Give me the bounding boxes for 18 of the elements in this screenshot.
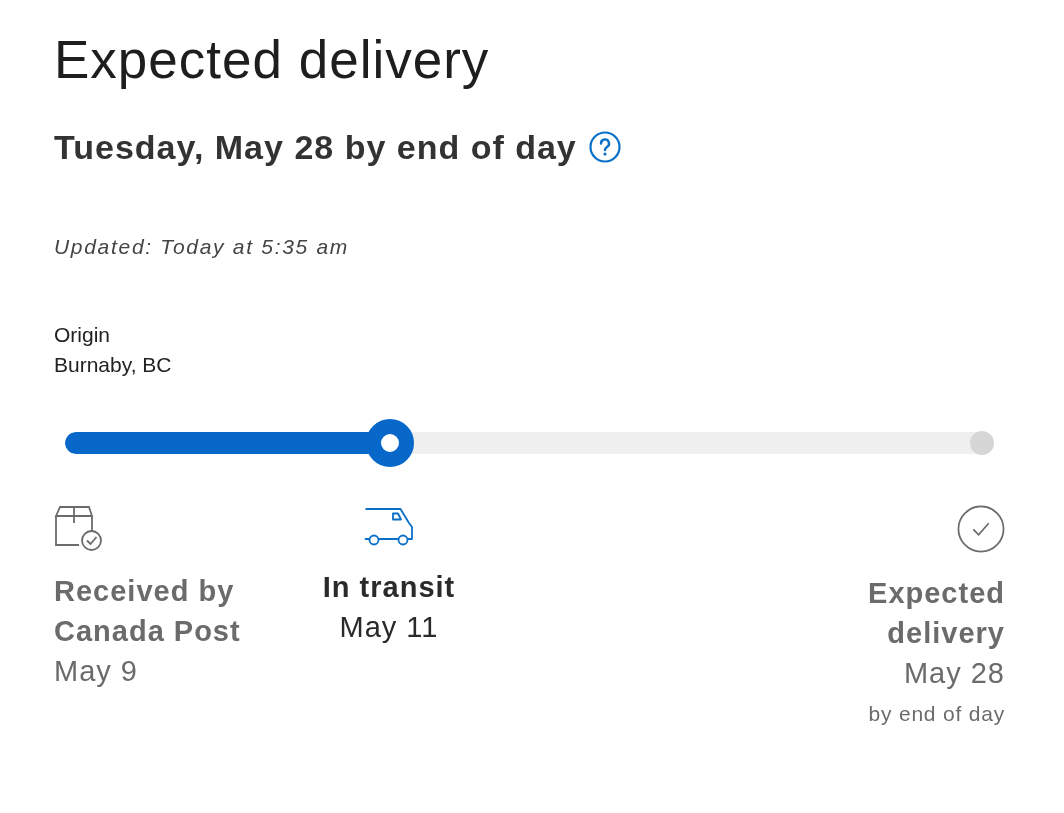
box-check-icon (54, 505, 104, 551)
origin-label: Origin (54, 322, 111, 348)
endpoint-dot-icon (970, 431, 994, 455)
step-title: Received by Canada Post (54, 574, 242, 649)
check-circle-icon (957, 505, 1005, 553)
page-heading: Expected delivery (54, 29, 491, 91)
van-icon (364, 505, 414, 547)
origin-place: Burnaby, BC (54, 352, 172, 378)
step-note: by end of day (868, 701, 1005, 727)
step-date: May 9 (54, 654, 138, 689)
step-date: May 28 (903, 656, 1005, 691)
step-title: Expected delivery (867, 576, 1005, 651)
updated-time: Updated: Today at 5:35 am (54, 234, 351, 260)
delivery-estimate: Tuesday, May 28 by end of day (54, 127, 577, 167)
step-date: May 11 (339, 610, 439, 645)
help-icon[interactable] (588, 131, 621, 163)
progress-thumb (366, 419, 415, 467)
step-title: In transit (322, 570, 456, 605)
